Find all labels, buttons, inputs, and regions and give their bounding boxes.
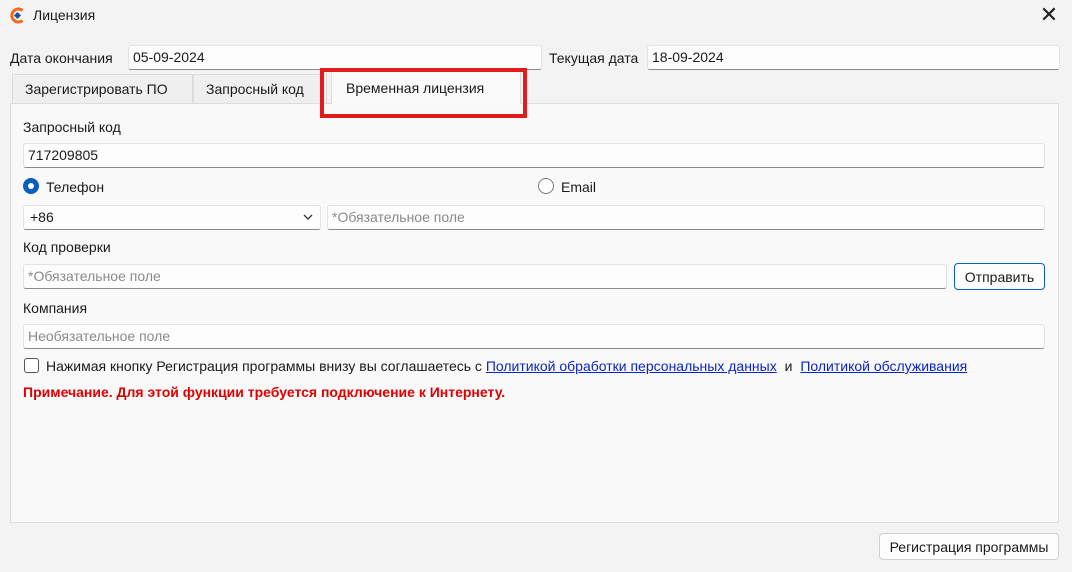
radio-phone[interactable]: [23, 178, 39, 194]
request-code-field[interactable]: 717209805: [23, 143, 1045, 168]
company-label: Компания: [23, 300, 88, 316]
radio-phone-label: Телефон: [46, 179, 105, 195]
current-date-label: Текущая дата: [549, 50, 639, 66]
consent-text: Нажимая кнопку Регистрация программы вни…: [46, 358, 482, 374]
verification-code-input[interactable]: *Обязательное поле: [23, 264, 947, 289]
end-date-field[interactable]: 05-09-2024: [128, 45, 542, 70]
request-code-label: Запросный код: [23, 119, 121, 135]
current-date-field[interactable]: 18-09-2024: [647, 45, 1060, 70]
verification-code-label: Код проверки: [23, 239, 111, 255]
country-code-value: +86: [30, 209, 54, 225]
service-policy-link[interactable]: Политикой обслуживания: [800, 358, 967, 374]
register-program-button[interactable]: Регистрация программы: [879, 533, 1059, 560]
phone-input[interactable]: *Обязательное поле: [327, 205, 1045, 230]
radio-email[interactable]: [538, 178, 554, 194]
radio-email-label: Email: [561, 179, 597, 195]
end-date-label: Дата окончания: [10, 50, 113, 66]
app-logo-icon: [10, 7, 24, 24]
consent-line: Нажимая кнопку Регистрация программы вни…: [46, 358, 967, 374]
close-icon: ✕: [1039, 2, 1059, 27]
consent-checkbox[interactable]: [24, 358, 39, 373]
tab-request-code[interactable]: Запросный код: [193, 74, 327, 104]
country-code-select[interactable]: +86: [23, 205, 321, 230]
and-text: и: [784, 358, 793, 374]
internet-note: Примечание. Для этой функции требуется п…: [23, 384, 506, 400]
chevron-down-icon: [303, 214, 313, 220]
tab-register-software[interactable]: Зарегистрировать ПО: [12, 74, 193, 104]
tab-temporary-license[interactable]: Временная лицензия: [331, 71, 521, 104]
title-bar: Лицензия ✕: [0, 0, 1072, 30]
privacy-policy-link[interactable]: Политикой обработки персональных данных: [486, 358, 777, 374]
send-button[interactable]: Отправить: [954, 263, 1045, 290]
company-input[interactable]: Необязательное поле: [23, 324, 1045, 349]
window-title: Лицензия: [33, 7, 96, 23]
close-button[interactable]: ✕: [1026, 0, 1072, 30]
